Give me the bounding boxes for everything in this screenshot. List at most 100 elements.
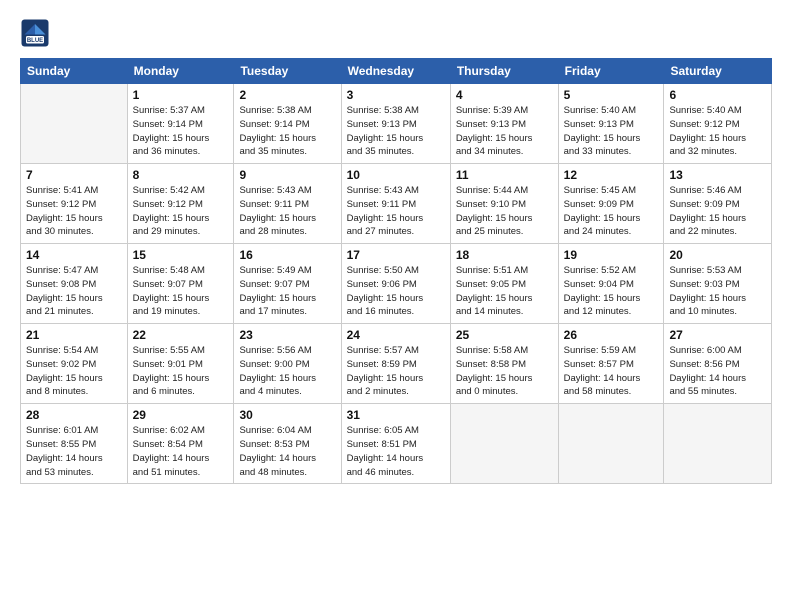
- day-number: 10: [347, 168, 445, 182]
- day-cell: 10 Sunrise: 5:43 AM Sunset: 9:11 PM Dayli…: [341, 164, 450, 244]
- day-number: 8: [133, 168, 229, 182]
- day-number: 1: [133, 88, 229, 102]
- day-cell: 12 Sunrise: 5:45 AM Sunset: 9:09 PM Dayli…: [558, 164, 664, 244]
- day-info: Sunrise: 6:04 AM Sunset: 8:53 PM Dayligh…: [239, 424, 335, 479]
- day-cell: 23 Sunrise: 5:56 AM Sunset: 9:00 PM Dayli…: [234, 324, 341, 404]
- day-info: Sunrise: 5:43 AM Sunset: 9:11 PM Dayligh…: [347, 184, 445, 239]
- day-cell: [558, 404, 664, 484]
- day-cell: [450, 404, 558, 484]
- day-cell: 6 Sunrise: 5:40 AM Sunset: 9:12 PM Daylig…: [664, 84, 772, 164]
- col-header-monday: Monday: [127, 59, 234, 84]
- day-number: 18: [456, 248, 553, 262]
- day-info: Sunrise: 5:41 AM Sunset: 9:12 PM Dayligh…: [26, 184, 122, 239]
- week-row-2: 7 Sunrise: 5:41 AM Sunset: 9:12 PM Daylig…: [21, 164, 772, 244]
- day-cell: 1 Sunrise: 5:37 AM Sunset: 9:14 PM Daylig…: [127, 84, 234, 164]
- day-number: 27: [669, 328, 766, 342]
- day-info: Sunrise: 5:46 AM Sunset: 9:09 PM Dayligh…: [669, 184, 766, 239]
- day-info: Sunrise: 5:56 AM Sunset: 9:00 PM Dayligh…: [239, 344, 335, 399]
- day-cell: 5Sunrise: 5:40 AM Sunset: 9:13 PM Daylig…: [558, 84, 664, 164]
- day-info: Sunrise: 5:48 AM Sunset: 9:07 PM Dayligh…: [133, 264, 229, 319]
- day-info: Sunrise: 5:39 AM Sunset: 9:13 PM Dayligh…: [456, 104, 553, 159]
- col-header-wednesday: Wednesday: [341, 59, 450, 84]
- day-number: 30: [239, 408, 335, 422]
- day-info: Sunrise: 5:38 AM Sunset: 9:14 PM Dayligh…: [239, 104, 335, 159]
- day-cell: [664, 404, 772, 484]
- day-info: Sunrise: 5:42 AM Sunset: 9:12 PM Dayligh…: [133, 184, 229, 239]
- day-info: Sunrise: 5:40 AM Sunset: 9:12 PM Dayligh…: [669, 104, 766, 159]
- day-number: 3: [347, 88, 445, 102]
- day-info: Sunrise: 5:38 AM Sunset: 9:13 PM Dayligh…: [347, 104, 445, 159]
- day-info: Sunrise: 5:51 AM Sunset: 9:05 PM Dayligh…: [456, 264, 553, 319]
- day-number: 9: [239, 168, 335, 182]
- col-header-tuesday: Tuesday: [234, 59, 341, 84]
- day-info: Sunrise: 6:05 AM Sunset: 8:51 PM Dayligh…: [347, 424, 445, 479]
- day-cell: 2 Sunrise: 5:38 AM Sunset: 9:14 PM Daylig…: [234, 84, 341, 164]
- day-cell: 21Sunrise: 5:54 AM Sunset: 9:02 PM Dayli…: [21, 324, 128, 404]
- day-info: Sunrise: 5:58 AM Sunset: 8:58 PM Dayligh…: [456, 344, 553, 399]
- day-number: 29: [133, 408, 229, 422]
- day-number: 2: [239, 88, 335, 102]
- day-cell: 9 Sunrise: 5:43 AM Sunset: 9:11 PM Daylig…: [234, 164, 341, 244]
- day-number: 6: [669, 88, 766, 102]
- day-info: Sunrise: 6:00 AM Sunset: 8:56 PM Dayligh…: [669, 344, 766, 399]
- day-number: 13: [669, 168, 766, 182]
- day-info: Sunrise: 5:49 AM Sunset: 9:07 PM Dayligh…: [239, 264, 335, 319]
- day-cell: 4 Sunrise: 5:39 AM Sunset: 9:13 PM Daylig…: [450, 84, 558, 164]
- week-row-4: 21Sunrise: 5:54 AM Sunset: 9:02 PM Dayli…: [21, 324, 772, 404]
- day-number: 4: [456, 88, 553, 102]
- day-info: Sunrise: 5:50 AM Sunset: 9:06 PM Dayligh…: [347, 264, 445, 319]
- week-row-5: 28 Sunrise: 6:01 AM Sunset: 8:55 PM Dayli…: [21, 404, 772, 484]
- day-number: 31: [347, 408, 445, 422]
- calendar-table: SundayMondayTuesdayWednesdayThursdayFrid…: [20, 58, 772, 484]
- day-info: Sunrise: 5:53 AM Sunset: 9:03 PM Dayligh…: [669, 264, 766, 319]
- day-cell: 15 Sunrise: 5:48 AM Sunset: 9:07 PM Dayli…: [127, 244, 234, 324]
- day-cell: 25 Sunrise: 5:58 AM Sunset: 8:58 PM Dayli…: [450, 324, 558, 404]
- day-info: Sunrise: 6:02 AM Sunset: 8:54 PM Dayligh…: [133, 424, 229, 479]
- day-cell: 27 Sunrise: 6:00 AM Sunset: 8:56 PM Dayli…: [664, 324, 772, 404]
- day-number: 26: [564, 328, 659, 342]
- day-info: Sunrise: 5:37 AM Sunset: 9:14 PM Dayligh…: [133, 104, 229, 159]
- day-number: 17: [347, 248, 445, 262]
- day-number: 28: [26, 408, 122, 422]
- day-number: 16: [239, 248, 335, 262]
- day-cell: [21, 84, 128, 164]
- day-number: 23: [239, 328, 335, 342]
- header: BLUE: [20, 18, 772, 48]
- day-number: 12: [564, 168, 659, 182]
- day-cell: 3 Sunrise: 5:38 AM Sunset: 9:13 PM Daylig…: [341, 84, 450, 164]
- day-cell: 24 Sunrise: 5:57 AM Sunset: 8:59 PM Dayli…: [341, 324, 450, 404]
- logo: BLUE: [20, 18, 52, 48]
- col-header-sunday: Sunday: [21, 59, 128, 84]
- day-info: Sunrise: 5:55 AM Sunset: 9:01 PM Dayligh…: [133, 344, 229, 399]
- day-number: 15: [133, 248, 229, 262]
- day-number: 7: [26, 168, 122, 182]
- day-cell: 11Sunrise: 5:44 AM Sunset: 9:10 PM Dayli…: [450, 164, 558, 244]
- day-info: Sunrise: 5:45 AM Sunset: 9:09 PM Dayligh…: [564, 184, 659, 239]
- day-cell: 14 Sunrise: 5:47 AM Sunset: 9:08 PM Dayli…: [21, 244, 128, 324]
- day-number: 20: [669, 248, 766, 262]
- col-header-saturday: Saturday: [664, 59, 772, 84]
- day-cell: 7 Sunrise: 5:41 AM Sunset: 9:12 PM Daylig…: [21, 164, 128, 244]
- day-number: 25: [456, 328, 553, 342]
- day-number: 22: [133, 328, 229, 342]
- calendar-page: BLUE SundayMondayTuesdayWednesdayThursda…: [0, 0, 792, 612]
- day-cell: 22 Sunrise: 5:55 AM Sunset: 9:01 PM Dayli…: [127, 324, 234, 404]
- day-number: 24: [347, 328, 445, 342]
- day-number: 5: [564, 88, 659, 102]
- day-info: Sunrise: 5:54 AM Sunset: 9:02 PM Dayligh…: [26, 344, 122, 399]
- day-cell: 16 Sunrise: 5:49 AM Sunset: 9:07 PM Dayli…: [234, 244, 341, 324]
- day-cell: 29 Sunrise: 6:02 AM Sunset: 8:54 PM Dayli…: [127, 404, 234, 484]
- day-cell: 19Sunrise: 5:52 AM Sunset: 9:04 PM Dayli…: [558, 244, 664, 324]
- day-number: 14: [26, 248, 122, 262]
- day-cell: 20 Sunrise: 5:53 AM Sunset: 9:03 PM Dayli…: [664, 244, 772, 324]
- day-info: Sunrise: 6:01 AM Sunset: 8:55 PM Dayligh…: [26, 424, 122, 479]
- day-info: Sunrise: 5:57 AM Sunset: 8:59 PM Dayligh…: [347, 344, 445, 399]
- day-cell: 31 Sunrise: 6:05 AM Sunset: 8:51 PM Dayli…: [341, 404, 450, 484]
- day-info: Sunrise: 5:47 AM Sunset: 9:08 PM Dayligh…: [26, 264, 122, 319]
- col-header-friday: Friday: [558, 59, 664, 84]
- svg-text:BLUE: BLUE: [27, 38, 43, 44]
- day-cell: 17 Sunrise: 5:50 AM Sunset: 9:06 PM Dayli…: [341, 244, 450, 324]
- day-info: Sunrise: 5:43 AM Sunset: 9:11 PM Dayligh…: [239, 184, 335, 239]
- day-number: 19: [564, 248, 659, 262]
- day-info: Sunrise: 5:44 AM Sunset: 9:10 PM Dayligh…: [456, 184, 553, 239]
